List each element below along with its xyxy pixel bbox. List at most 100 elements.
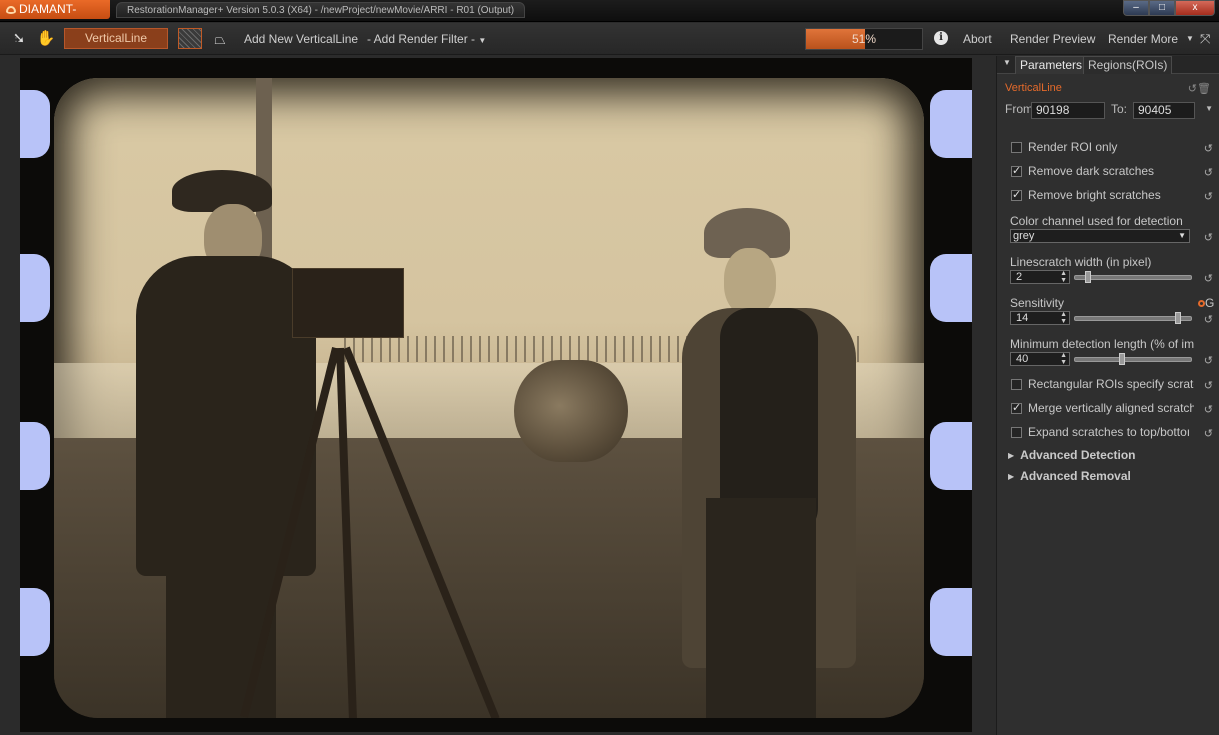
checkbox-label: Rectangular ROIs specify scratc [1028, 377, 1194, 391]
close-button[interactable]: x [1175, 0, 1215, 16]
progress-label: 51% [851, 32, 877, 46]
to-label: To: [1111, 102, 1128, 116]
perforation-hole [930, 90, 972, 158]
reset-icon[interactable]: ↺ [1204, 190, 1213, 203]
checkbox-box[interactable] [1011, 427, 1022, 438]
title-bar: DIAMANT-Film▼ RestorationManager+ Versio… [0, 0, 1219, 35]
checkbox-box[interactable] [1011, 400, 1022, 416]
rectangular-rois-checkbox[interactable]: Rectangular ROIs specify scratc [1011, 376, 1194, 392]
perforation-hole [930, 422, 972, 490]
to-frame-input[interactable]: 90405 [1133, 102, 1195, 119]
reset-icon[interactable]: ↺ [1188, 82, 1197, 95]
checkbox-box[interactable] [1011, 163, 1022, 179]
checkbox-label: Expand scratches to top/bottoı [1028, 425, 1191, 439]
checkbox-box[interactable] [1011, 187, 1022, 203]
linescratch-width-slider[interactable] [1074, 271, 1192, 283]
remove-dark-scratches-checkbox[interactable]: Remove dark scratches [1011, 163, 1154, 179]
image-viewer[interactable] [0, 56, 994, 735]
reset-icon[interactable]: ↺ [1204, 379, 1213, 392]
info-icon[interactable]: i [934, 31, 948, 45]
slider-thumb[interactable] [1085, 271, 1091, 283]
filter-title: VerticalLine [1005, 82, 1062, 94]
remove-bright-scratches-checkbox[interactable]: Remove bright scratches [1011, 187, 1161, 203]
reset-icon[interactable]: ↺ [1204, 166, 1213, 179]
checkbox-box[interactable] [1011, 142, 1022, 153]
range-dropdown-icon[interactable]: ▼ [1205, 104, 1213, 113]
perforation-hole [930, 588, 972, 656]
color-channel-label: Color channel used for detection [1010, 214, 1183, 228]
linescratch-width-spinbox[interactable]: 2 ▲ ▼ [1010, 270, 1070, 284]
active-filter-button[interactable]: VerticalLine [64, 28, 168, 49]
render-progress-bar: 51% [805, 28, 923, 50]
min-detection-length-label: Minimum detection length (% of im [1010, 337, 1195, 351]
render-more-button[interactable]: Render More [1108, 23, 1178, 55]
sensitivity-label: Sensitivity [1010, 296, 1065, 310]
app-menu-button[interactable]: DIAMANT-Film▼ [0, 0, 110, 35]
render-more-dropdown-icon[interactable]: ▼ [1186, 23, 1194, 55]
spin-arrows-icon[interactable]: ▲ ▼ [1060, 311, 1067, 325]
polygon-tool-icon[interactable]: ⏢ [210, 29, 230, 49]
reset-icon[interactable]: ↺ [1204, 142, 1213, 155]
advanced-detection-section[interactable]: ▶ Advanced Detection [1008, 448, 1136, 462]
perforation-hole [20, 90, 50, 158]
add-new-filter-button[interactable]: Add New VerticalLine [244, 23, 358, 55]
advanced-removal-section[interactable]: ▶ Advanced Removal [1008, 469, 1131, 483]
reset-icon[interactable]: ↺ [1204, 403, 1213, 416]
film-camera [292, 268, 404, 338]
tab-regions[interactable]: Regions(ROIs) [1083, 56, 1173, 74]
spin-arrows-icon[interactable]: ▲ ▼ [1060, 352, 1067, 366]
spin-arrows-icon[interactable]: ▲ ▼ [1060, 270, 1067, 284]
section-label: Advanced Detection [1020, 448, 1136, 462]
abort-button[interactable]: Abort [963, 23, 992, 55]
fit-view-icon[interactable]: ⤧ [1200, 23, 1210, 55]
film-picture-area [54, 78, 924, 718]
minimize-button[interactable]: – [1123, 0, 1149, 16]
sensitivity-spinbox[interactable]: 14 ▲ ▼ [1010, 311, 1070, 325]
render-roi-only-checkbox[interactable]: Render ROI only [1011, 139, 1117, 155]
min-detection-length-slider[interactable] [1074, 353, 1192, 365]
slider-thumb[interactable] [1119, 353, 1125, 365]
panel-tabs: ▼ Parameters Regions(ROIs) [997, 56, 1219, 74]
perforation-hole [930, 254, 972, 322]
reset-icon[interactable]: ↺ [1204, 354, 1213, 367]
expand-triangle-icon: ▶ [1008, 451, 1015, 460]
render-preview-button[interactable]: Render Preview [1010, 23, 1095, 55]
young-man-legs [706, 498, 816, 718]
hatch-tool-icon[interactable] [178, 28, 202, 49]
expand-scratches-checkbox[interactable]: Expand scratches to top/bottoı [1011, 424, 1194, 440]
spinbox-value: 14 [1016, 312, 1029, 324]
hand-tool-icon[interactable]: ✋ [36, 29, 56, 49]
merge-vertically-aligned-checkbox[interactable]: Merge vertically aligned scratche [1011, 400, 1194, 416]
window-title: RestorationManager+ Version 5.0.3 (X64) … [116, 2, 526, 18]
sensitivity-slider[interactable] [1074, 312, 1192, 324]
parameters-panel: ▼ Parameters Regions(ROIs) VerticalLine … [996, 56, 1219, 735]
keyframe-dot-icon[interactable] [1198, 300, 1205, 307]
color-channel-value: grey [1013, 230, 1035, 242]
reset-icon[interactable]: ↺ [1204, 272, 1213, 285]
toolbar: ⋮ ➘ ✋ VerticalLine ⏢ Add New VerticalLin… [0, 23, 1219, 55]
section-label: Advanced Removal [1020, 469, 1131, 483]
chevron-down-icon: ▼ [478, 36, 487, 45]
checkbox-box[interactable] [1011, 379, 1022, 390]
young-man-face [724, 248, 776, 316]
min-detection-length-spinbox[interactable]: 40 ▲ ▼ [1010, 352, 1070, 366]
collapse-panel-icon[interactable]: ▼ [1003, 58, 1011, 67]
pointer-tool-icon[interactable]: ➘ [9, 29, 29, 49]
from-frame-input[interactable]: 90198 [1031, 102, 1105, 119]
trash-icon[interactable]: 🗑 [1197, 82, 1211, 95]
film-frame-image[interactable] [20, 58, 972, 732]
checkbox-label: Remove dark scratches [1028, 164, 1155, 178]
maximize-button[interactable]: □ [1149, 0, 1175, 16]
add-render-filter-label: - Add Render Filter - [367, 32, 476, 46]
diamant-logo-icon [6, 6, 16, 14]
perforation-hole [20, 422, 50, 490]
reset-icon[interactable]: ↺ [1204, 313, 1213, 326]
reset-icon[interactable]: ↺ [1204, 231, 1213, 244]
add-render-filter-dropdown[interactable]: - Add Render Filter - ▼ [367, 23, 486, 55]
tab-parameters[interactable]: Parameters [1015, 56, 1088, 74]
reset-icon[interactable]: ↺ [1204, 427, 1213, 440]
global-marker: G [1205, 296, 1215, 310]
color-channel-select[interactable]: grey ▼ [1010, 229, 1190, 243]
slider-thumb[interactable] [1175, 312, 1181, 324]
spinbox-value: 40 [1016, 353, 1029, 365]
